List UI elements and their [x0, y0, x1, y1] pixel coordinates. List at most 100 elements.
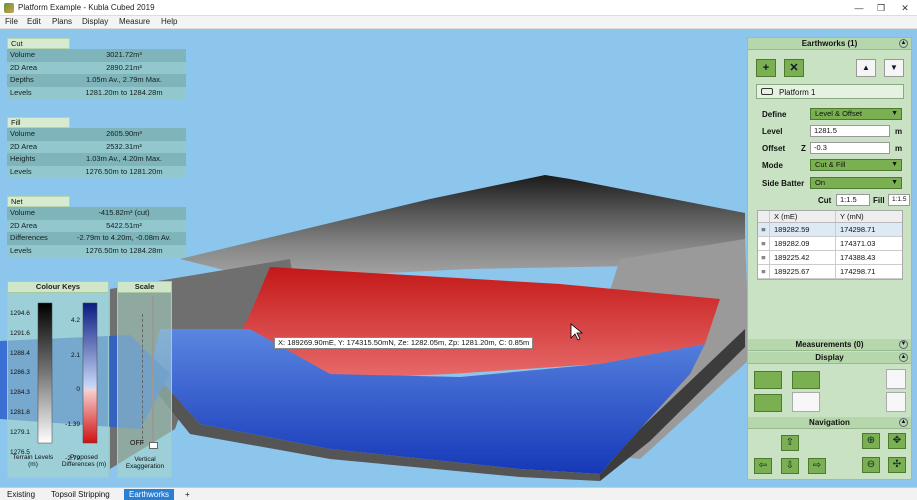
y-cell[interactable]: 174298.71	[836, 265, 902, 278]
tab-earthworks[interactable]: Earthworks	[124, 489, 175, 500]
stat-key: Volume	[10, 50, 36, 59]
move-up-button[interactable]: ▲	[856, 59, 876, 77]
navigation-header[interactable]: Navigation ▲	[748, 417, 911, 429]
table-row[interactable]: ≡ 189225.67 174298.71	[758, 265, 902, 279]
mode-select[interactable]: Cut & Fill ▼	[810, 159, 902, 171]
earthworks-title: Earthworks (1)	[801, 39, 858, 48]
x-cell[interactable]: 189282.09	[770, 237, 836, 250]
zoom-out-button[interactable]: ⊖	[862, 457, 880, 473]
display-title: Display	[815, 353, 844, 362]
display-header[interactable]: Display ▲	[748, 352, 911, 364]
restore-button[interactable]: ❐	[870, 1, 892, 15]
fill-header: Fill	[7, 117, 70, 128]
display-grid-button[interactable]	[886, 392, 906, 412]
display-texture-button[interactable]	[754, 394, 782, 412]
side-batter-select[interactable]: On ▼	[810, 177, 902, 189]
terrain-level-bar	[37, 302, 53, 444]
zoom-in-button[interactable]: ⊕	[862, 433, 880, 449]
stat-row: 2D Area 2532.31m²	[7, 140, 186, 153]
tab-topsoil-stripping[interactable]: Topsoil Stripping	[46, 489, 115, 500]
stat-row: Heights 1.03m Av., 4.20m Max.	[7, 153, 186, 166]
row-handle-icon[interactable]: ≡	[758, 251, 770, 264]
close-window-button[interactable]: ✕	[894, 1, 916, 15]
difference-tick: 0	[76, 386, 80, 394]
menu-file[interactable]: File	[5, 17, 18, 26]
move-down-button[interactable]: ▼	[884, 59, 904, 77]
vertex-table-header: X (mE) Y (mN)	[758, 211, 902, 223]
stat-row: Levels 1276.50m to 1281.20m	[7, 165, 186, 178]
window-title: Platform Example - Kubla Cubed 2019	[18, 3, 155, 12]
earthworks-header[interactable]: Earthworks (1) ▲	[748, 38, 911, 50]
stat-key: Volume	[10, 208, 36, 217]
terrain-tick-list: 1294.6 1291.6 1288.4 1286.3 1284.3 1281.…	[10, 304, 30, 462]
add-tab-button[interactable]: +	[180, 489, 195, 500]
platform-name: Platform 1	[779, 88, 816, 97]
vertical-exaggeration-label: Vertical Exaggeration	[125, 456, 165, 470]
menu-plans[interactable]: Plans	[52, 17, 72, 26]
table-row[interactable]: ≡ 189282.59 174298.71	[758, 223, 902, 237]
mode-value: Cut & Fill	[815, 160, 846, 169]
row-handle-icon[interactable]: ≡	[758, 223, 770, 236]
scale-panel: Scale OFF Vertical Exaggeration	[117, 281, 172, 478]
column-header-x: X (mE)	[770, 211, 836, 222]
y-cell[interactable]: 174371.03	[836, 237, 902, 250]
zoom-extents-button[interactable]: ✥	[888, 433, 906, 449]
menu-edit[interactable]: Edit	[27, 17, 41, 26]
tab-existing[interactable]: Existing	[2, 489, 40, 500]
stat-value: 1.03m Av., 4.20m Max.	[85, 154, 162, 163]
terrain-levels-label: Terrain Levels (m)	[12, 454, 54, 468]
pan-left-button[interactable]: ⇦	[754, 458, 772, 474]
add-earthwork-button[interactable]: +	[756, 59, 776, 77]
offset-z-label: Z	[801, 144, 806, 153]
stat-key: Levels	[10, 87, 32, 97]
cut-ratio-input[interactable]: 1:1.5	[836, 194, 870, 206]
column-header-y: Y (mN)	[840, 212, 864, 221]
menu-measure[interactable]: Measure	[119, 17, 150, 26]
level-input[interactable]: 1281.5	[810, 125, 890, 137]
collapse-chevron-icon[interactable]: ▲	[899, 39, 908, 48]
navigation-title: Navigation	[809, 418, 850, 427]
collapse-chevron-icon[interactable]: ▲	[899, 418, 908, 427]
net-header: Net	[7, 196, 70, 207]
measurements-title: Measurements (0)	[795, 340, 864, 349]
platform-list-item[interactable]: Platform 1	[756, 84, 904, 99]
colour-keys-title: Colour Keys	[8, 282, 108, 293]
y-cell[interactable]: 174298.71	[836, 223, 902, 236]
x-cell[interactable]: 189282.59	[770, 223, 836, 236]
stat-value: 3021.72m³	[106, 50, 142, 59]
menu-help[interactable]: Help	[161, 17, 177, 26]
pan-down-button[interactable]: ⇩	[781, 458, 799, 474]
display-mode-button[interactable]	[754, 371, 782, 389]
stat-key: Levels	[10, 166, 32, 176]
minimize-button[interactable]: —	[848, 1, 870, 15]
level-unit: m	[895, 127, 903, 136]
table-row[interactable]: ≡ 189282.09 174371.03	[758, 237, 902, 251]
chevron-down-icon: ▼	[891, 110, 898, 117]
y-cell[interactable]: 174388.43	[836, 251, 902, 264]
stat-row: Volume -415.82m³ (cut)	[7, 207, 186, 220]
pan-right-button[interactable]: ⇨	[808, 458, 826, 474]
display-line-button[interactable]	[886, 369, 906, 389]
stat-value: 2605.90m³	[106, 129, 142, 138]
pan-up-button[interactable]: ⇧	[781, 435, 799, 451]
vertical-exaggeration-slider[interactable]	[149, 442, 158, 449]
offset-input[interactable]: -0.3	[810, 142, 890, 154]
menu-display[interactable]: Display	[82, 17, 108, 26]
measurements-header[interactable]: Measurements (0) ▼	[748, 339, 911, 351]
fill-ratio-input[interactable]: 1:1.5	[888, 194, 910, 206]
display-surface-button[interactable]	[792, 371, 820, 389]
stat-key: Depths	[10, 75, 34, 84]
scale-off-label: OFF	[130, 440, 144, 447]
row-handle-icon[interactable]: ≡	[758, 265, 770, 278]
display-contours-button[interactable]	[792, 392, 820, 412]
collapse-chevron-icon[interactable]: ▲	[899, 353, 908, 362]
x-cell[interactable]: 189225.42	[770, 251, 836, 264]
define-select[interactable]: Level & Offset ▼	[810, 108, 902, 120]
table-row[interactable]: ≡ 189225.42 174388.43	[758, 251, 902, 265]
row-handle-icon[interactable]: ≡	[758, 237, 770, 250]
delete-earthwork-button[interactable]: ✕	[784, 59, 804, 77]
zoom-fit-button[interactable]: ✣	[888, 457, 906, 473]
stat-value: 2890.21m²	[106, 62, 142, 72]
expand-chevron-icon[interactable]: ▼	[899, 340, 908, 349]
x-cell[interactable]: 189225.67	[770, 265, 836, 278]
